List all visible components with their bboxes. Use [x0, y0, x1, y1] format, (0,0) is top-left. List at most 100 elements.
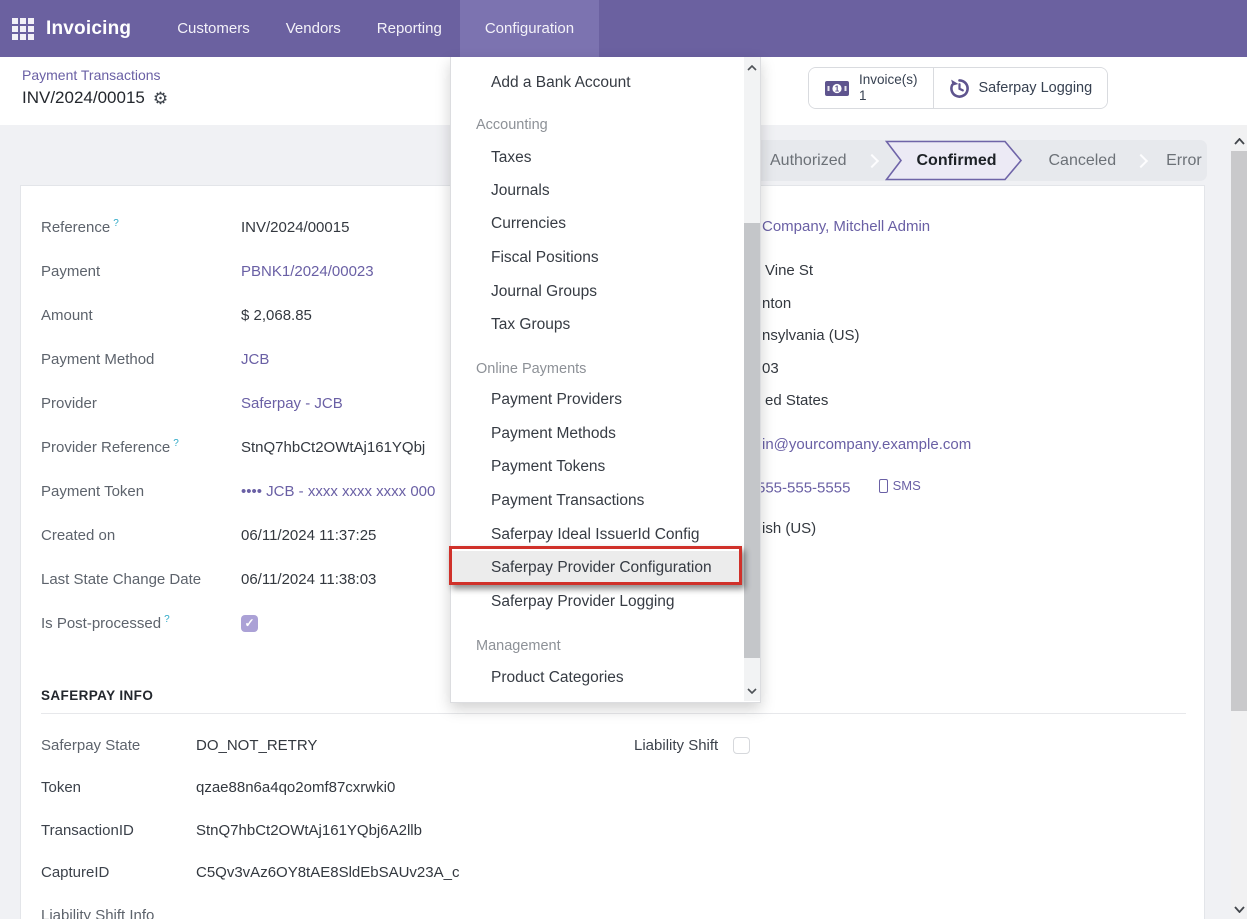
field-row-provider-reference: Provider Reference? StnQ7hbCt2OWtAj161YQ… — [41, 425, 471, 469]
invoices-button-label: Invoice(s) — [859, 72, 918, 88]
field-value: INV/2024/00015 — [241, 219, 349, 236]
field-value: StnQ7hbCt2OWtAj161YQbj — [241, 439, 425, 456]
apps-menu-button[interactable] — [0, 0, 46, 57]
menu-item-add-bank-account[interactable]: Add a Bank Account — [451, 66, 740, 99]
field-value: 06/11/2024 11:37:25 — [241, 527, 376, 544]
invoices-stat-button[interactable]: 1 Invoice(s) 1 — [809, 68, 933, 108]
field-row-capture-id: CaptureID C5Qv3vAz6OY8tAE8SldEbSAUv23A_c — [41, 852, 561, 895]
transaction-fields: Reference? INV/2024/00015 Payment PBNK1/… — [41, 205, 471, 645]
help-icon[interactable]: ? — [113, 218, 119, 229]
field-row-token: Token qzae88n6a4qo2omf87cxrwki0 — [41, 767, 561, 810]
saferpay-logging-button[interactable]: Saferpay Logging — [933, 68, 1108, 108]
menu-item-journals[interactable]: Journals — [451, 174, 740, 207]
breadcrumb-parent-link[interactable]: Payment Transactions — [22, 67, 161, 83]
menu-item-journal-groups[interactable]: Journal Groups — [451, 275, 740, 308]
field-row-liability-shift: Liability Shift — [634, 724, 750, 767]
dropdown-scrollbar[interactable] — [744, 57, 760, 701]
field-row-last-state-change: Last State Change Date 06/11/2024 11:38:… — [41, 557, 471, 601]
field-row-transaction-id: TransactionID StnQ7hbCt2OWtAj161YQbj6A2l… — [41, 809, 561, 852]
field-label: CaptureID — [41, 864, 196, 881]
field-row-created-on: Created on 06/11/2024 11:37:25 — [41, 513, 471, 557]
menu-item-currencies[interactable]: Currencies — [451, 207, 740, 240]
payment-token-link[interactable]: •••• JCB - xxxx xxxx xxxx 000 — [241, 483, 435, 500]
is-post-processed-checkbox[interactable]: ✓ — [241, 615, 258, 632]
field-label: Payment Token — [41, 483, 241, 500]
scroll-down-icon[interactable] — [744, 682, 760, 699]
field-value: C5Qv3vAz6OY8tAE8SldEbSAUv23A_c — [196, 864, 459, 881]
partner-language: ish (US) — [762, 520, 816, 537]
field-value: DO_NOT_RETRY — [196, 737, 317, 754]
menu-section-management: Management — [451, 630, 740, 663]
money-bill-icon: 1 — [824, 80, 850, 97]
field-label: Is Post-processed? — [41, 614, 241, 632]
nav-item-customers[interactable]: Customers — [159, 0, 268, 57]
dropdown-scrollbar-thumb[interactable] — [744, 223, 760, 658]
app-window: Invoicing Customers Vendors Reporting Co… — [0, 0, 1247, 919]
field-value: 06/11/2024 11:38:03 — [241, 571, 376, 588]
saferpay-logging-label: Saferpay Logging — [979, 80, 1093, 96]
provider-link[interactable]: Saferpay - JCB — [241, 395, 343, 412]
section-divider — [41, 713, 1186, 714]
field-value: StnQ7hbCt2OWtAj161YQbj6A2llb — [196, 822, 422, 839]
menu-item-tax-groups[interactable]: Tax Groups — [451, 308, 740, 341]
field-row-amount: Amount $ 2,068.85 — [41, 293, 471, 337]
menu-item-payment-providers[interactable]: Payment Providers — [451, 383, 740, 416]
history-icon — [949, 78, 970, 99]
menu-item-product-categories[interactable]: Product Categories — [451, 661, 740, 694]
partner-state: nsylvania (US) — [762, 327, 860, 344]
partner-link[interactable]: Company, Mitchell Admin — [762, 218, 930, 235]
field-label: Reference? — [41, 218, 241, 236]
menu-item-payment-tokens[interactable]: Payment Tokens — [451, 450, 740, 483]
status-step-confirmed[interactable]: Confirmed — [885, 140, 1023, 181]
field-label: Liability Shift — [634, 737, 718, 754]
apps-grid-icon — [12, 18, 34, 40]
help-icon[interactable]: ? — [173, 438, 179, 449]
field-label: Liability Shift Info — [41, 907, 196, 919]
payment-link[interactable]: PBNK1/2024/00023 — [241, 263, 374, 280]
menu-item-saferpay-provider-logging[interactable]: Saferpay Provider Logging — [451, 585, 740, 618]
nav-item-configuration[interactable]: Configuration — [460, 0, 599, 57]
menu-item-taxes[interactable]: Taxes — [451, 141, 740, 174]
field-row-reference: Reference? INV/2024/00015 — [41, 205, 471, 249]
menu-item-payment-transactions[interactable]: Payment Transactions — [451, 484, 740, 517]
scroll-down-icon[interactable] — [1231, 901, 1247, 918]
field-label: Provider — [41, 395, 241, 412]
gear-icon[interactable]: ⚙ — [153, 90, 168, 107]
menu-item-fiscal-positions[interactable]: Fiscal Positions — [451, 241, 740, 274]
breadcrumb: Payment Transactions INV/2024/00015 ⚙ — [22, 67, 168, 108]
status-step-authorized[interactable]: Authorized — [750, 152, 867, 170]
help-icon[interactable]: ? — [164, 614, 170, 625]
partner-phone-link[interactable]: 555-555-5555 — [757, 480, 850, 497]
page-scrollbar-thumb[interactable] — [1231, 151, 1247, 711]
status-step-error[interactable]: Error — [1146, 152, 1222, 170]
sms-label: SMS — [893, 478, 921, 493]
partner-email-link[interactable]: in@yourcompany.example.com — [762, 436, 971, 453]
nav-item-vendors[interactable]: Vendors — [268, 0, 359, 57]
sms-button[interactable]: SMS — [879, 478, 921, 493]
statusbar: Authorized Confirmed Canceled Error — [700, 140, 1207, 181]
header-button-group: 1 Invoice(s) 1 Saferpay Logging — [808, 67, 1108, 109]
field-label: Token — [41, 779, 196, 796]
scroll-up-icon[interactable] — [744, 59, 760, 76]
menu-section-accounting: Accounting — [451, 109, 740, 142]
field-value: qzae88n6a4qo2omf87cxrwki0 — [196, 779, 395, 796]
liability-shift-checkbox[interactable] — [733, 737, 750, 754]
field-row-saferpay-state: Saferpay State DO_NOT_RETRY — [41, 724, 561, 767]
app-title[interactable]: Invoicing — [46, 0, 159, 57]
invoices-button-count: 1 — [859, 88, 867, 104]
partner-zip: 03 — [762, 360, 779, 377]
partner-phone-row: 555-555-5555 SMS — [757, 478, 921, 497]
field-row-provider: Provider Saferpay - JCB — [41, 381, 471, 425]
menu-item-payment-methods[interactable]: Payment Methods — [451, 417, 740, 450]
nav-item-reporting[interactable]: Reporting — [359, 0, 460, 57]
field-value: $ 2,068.85 — [241, 307, 312, 324]
field-row-payment-method: Payment Method JCB — [41, 337, 471, 381]
page-scrollbar[interactable] — [1231, 125, 1247, 919]
status-step-canceled[interactable]: Canceled — [1023, 152, 1137, 170]
scroll-up-icon[interactable] — [1231, 133, 1247, 150]
saferpay-section-title: SAFERPAY INFO — [41, 688, 153, 703]
menu-item-saferpay-provider-configuration[interactable]: Saferpay Provider Configuration — [451, 551, 740, 584]
menu-item-saferpay-ideal-issuerid-config[interactable]: Saferpay Ideal IssuerId Config — [451, 518, 740, 551]
payment-method-link[interactable]: JCB — [241, 351, 269, 368]
status-step-confirmed-label: Confirmed — [885, 140, 1023, 181]
